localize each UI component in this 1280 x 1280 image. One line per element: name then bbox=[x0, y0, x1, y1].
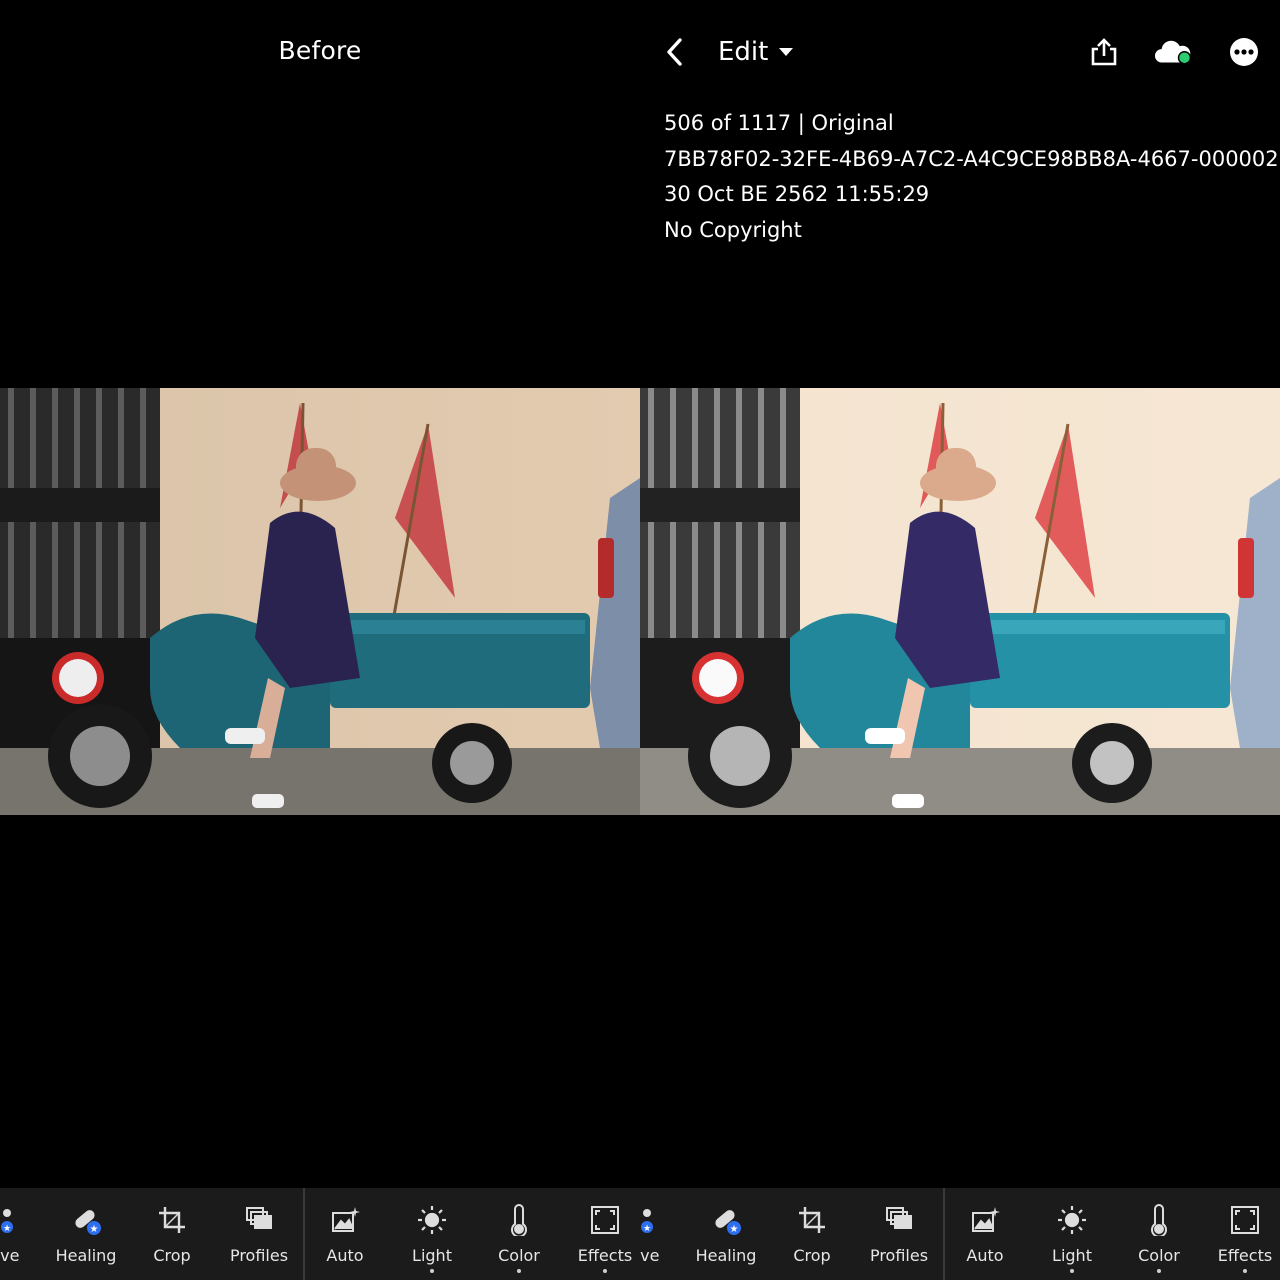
tool-color[interactable]: Color bbox=[476, 1188, 562, 1280]
tool-color[interactable]: Color bbox=[1116, 1188, 1202, 1280]
tool-effects[interactable]: Effects bbox=[562, 1188, 640, 1280]
tool-label: Healing bbox=[55, 1246, 117, 1265]
tool-label: ctive bbox=[0, 1246, 20, 1265]
thermometer-icon bbox=[503, 1204, 535, 1236]
auto-icon bbox=[969, 1204, 1001, 1236]
photo-date: 30 Oct BE 2562 11:55:29 bbox=[664, 182, 930, 206]
photo-edited[interactable] bbox=[640, 388, 1280, 815]
more-icon bbox=[1230, 38, 1258, 66]
chevron-left-icon bbox=[667, 38, 682, 66]
tool-crop[interactable]: Crop bbox=[769, 1188, 855, 1280]
tool-indicator-dot bbox=[603, 1269, 607, 1273]
profiles-icon bbox=[883, 1204, 915, 1236]
tool-label: Healing bbox=[695, 1246, 757, 1265]
tool-healing[interactable]: ★ Healing bbox=[683, 1188, 769, 1280]
tool-indicator-dot bbox=[517, 1269, 521, 1273]
tool-bar: ★ ctive ★ Healing Crop Profiles bbox=[640, 1188, 1280, 1280]
selective-brush-icon: ★ bbox=[0, 1204, 16, 1236]
tool-selective[interactable]: ★ ctive bbox=[640, 1188, 683, 1280]
tool-auto[interactable]: Auto bbox=[942, 1188, 1028, 1280]
auto-icon bbox=[329, 1204, 361, 1236]
tool-label: Crop bbox=[153, 1246, 191, 1265]
share-icon bbox=[1091, 38, 1117, 66]
more-button[interactable] bbox=[1224, 32, 1264, 72]
before-pane: Before ★ ve ★ Healing Crop Profiles Auto… bbox=[0, 0, 640, 1280]
healing-bandage-icon: ★ bbox=[70, 1204, 102, 1236]
share-button[interactable] bbox=[1084, 32, 1124, 72]
crop-icon bbox=[796, 1204, 828, 1236]
tool-light[interactable]: Light bbox=[1029, 1188, 1115, 1280]
tool-healing[interactable]: ★ Healing bbox=[43, 1188, 129, 1280]
photo-filename: 7BB78F02-32FE-4B69-A7C2-A4C9CE98BB8A-466… bbox=[664, 146, 1280, 171]
svg-text:★: ★ bbox=[730, 1224, 739, 1235]
cloud-sync-icon bbox=[1154, 40, 1192, 65]
tool-indicator-dot bbox=[1070, 1269, 1074, 1273]
tool-indicator-dot bbox=[430, 1269, 434, 1273]
tool-label: Effects bbox=[577, 1246, 633, 1265]
top-actions bbox=[1084, 32, 1264, 72]
photo-info: 506 of 1117 | Original 7BB78F02-32FE-4B6… bbox=[664, 106, 1280, 248]
svg-text:★: ★ bbox=[643, 1224, 651, 1234]
effects-icon bbox=[1229, 1204, 1261, 1236]
tool-selective[interactable]: ★ ctive bbox=[0, 1188, 43, 1280]
crop-icon bbox=[156, 1204, 188, 1236]
tool-profiles[interactable]: Profiles bbox=[856, 1188, 942, 1280]
tool-label: Effects bbox=[1217, 1246, 1273, 1265]
healing-bandage-icon: ★ bbox=[710, 1204, 742, 1236]
thermometer-icon bbox=[1143, 1204, 1175, 1236]
before-title: Before bbox=[278, 36, 362, 65]
cloud-sync-button[interactable] bbox=[1154, 32, 1194, 72]
tool-label: Auto bbox=[326, 1246, 364, 1265]
sun-icon bbox=[416, 1204, 448, 1236]
tool-bar: ★ ctive ★ Healing Crop Profiles bbox=[0, 1188, 640, 1280]
tool-label: Profiles bbox=[229, 1246, 289, 1265]
tool-label: Color bbox=[498, 1246, 540, 1265]
tool-label: Light bbox=[412, 1246, 452, 1265]
tool-label: Color bbox=[1138, 1246, 1180, 1265]
photo-counter: 506 of 1117 | Original bbox=[664, 111, 894, 135]
tool-indicator-dot bbox=[1157, 1269, 1161, 1273]
selective-brush-icon: ★ bbox=[640, 1204, 656, 1236]
tool-label: ctive bbox=[640, 1246, 660, 1265]
photo-before[interactable] bbox=[0, 388, 640, 815]
tool-label: Auto bbox=[966, 1246, 1004, 1265]
svg-text:★: ★ bbox=[90, 1224, 99, 1235]
caret-down-icon bbox=[779, 48, 794, 56]
tool-label: Crop bbox=[793, 1246, 831, 1265]
tool-light[interactable]: Light bbox=[389, 1188, 475, 1280]
photo-before-image bbox=[0, 388, 640, 815]
tool-effects[interactable]: Effects bbox=[1202, 1188, 1280, 1280]
tool-label: Light bbox=[1052, 1246, 1092, 1265]
svg-text:★: ★ bbox=[3, 1224, 11, 1234]
top-bar: Edit bbox=[640, 30, 1280, 74]
edit-mode-dropdown[interactable]: Edit bbox=[718, 34, 794, 70]
tool-label: Profiles bbox=[869, 1246, 929, 1265]
tool-auto[interactable]: Auto bbox=[302, 1188, 388, 1280]
effects-icon bbox=[589, 1204, 621, 1236]
tool-indicator-dot bbox=[1243, 1269, 1247, 1273]
sun-icon bbox=[1056, 1204, 1088, 1236]
photo-copyright: No Copyright bbox=[664, 217, 802, 242]
edit-mode-label: Edit bbox=[718, 37, 769, 67]
edit-pane: Edit 506 of 1117 | Original 7BB78F02-32F… bbox=[640, 0, 1280, 1280]
tool-profiles[interactable]: Profiles bbox=[216, 1188, 302, 1280]
profiles-icon bbox=[243, 1204, 275, 1236]
tool-crop[interactable]: Crop bbox=[129, 1188, 215, 1280]
photo-edited-image bbox=[640, 388, 1280, 815]
back-button[interactable] bbox=[662, 34, 692, 70]
